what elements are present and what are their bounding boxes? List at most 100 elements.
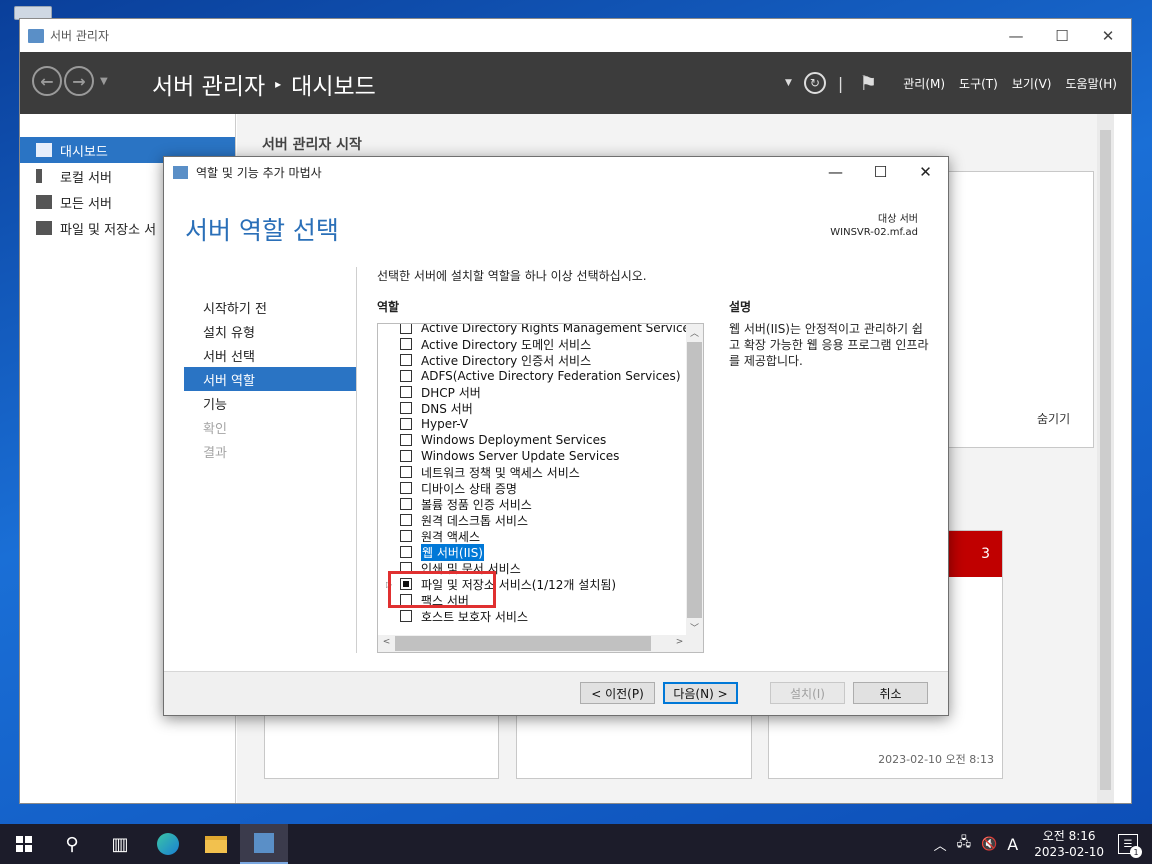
wizard-app-icon bbox=[173, 165, 188, 179]
breadcrumb-separator: ▸ bbox=[275, 77, 282, 91]
role-item[interactable]: 웹 서버(IIS) bbox=[378, 543, 484, 561]
role-checkbox[interactable] bbox=[400, 324, 412, 334]
destination-label: 대상 서버 bbox=[878, 214, 918, 225]
step-installation-type[interactable]: 설치 유형 bbox=[184, 319, 356, 343]
chevron-up-icon[interactable]: ︿ bbox=[934, 835, 947, 854]
role-item[interactable]: 호스트 보호자 서비스 bbox=[378, 608, 528, 624]
servers-icon bbox=[36, 195, 52, 209]
role-checkbox[interactable] bbox=[400, 498, 412, 510]
scroll-left-icon[interactable]: < bbox=[378, 637, 395, 647]
volume-muted-icon[interactable]: 🔇 bbox=[981, 837, 997, 852]
breadcrumb-root[interactable]: 서버 관리자 bbox=[152, 67, 265, 101]
file-explorer-icon[interactable] bbox=[192, 824, 240, 864]
wizard-title: 역할 및 기능 추가 마법사 bbox=[196, 165, 322, 180]
previous-button[interactable]: < 이전(P) bbox=[580, 682, 655, 704]
role-checkbox[interactable] bbox=[400, 466, 412, 478]
menu-manage[interactable]: 관리(M) bbox=[903, 75, 945, 92]
menu-help[interactable]: 도움말(H) bbox=[1065, 75, 1117, 92]
add-roles-wizard-dialog: 역할 및 기능 추가 마법사 — ☐ ✕ 서버 역할 선택 대상 서버 WINS… bbox=[163, 156, 949, 716]
tile-timestamp: 2023-02-10 오전 8:13 bbox=[878, 753, 994, 766]
role-checkbox[interactable] bbox=[400, 354, 412, 366]
menu-tools[interactable]: 도구(T) bbox=[959, 75, 998, 92]
role-item[interactable]: ADFS(Active Directory Federation Service… bbox=[378, 368, 681, 384]
cancel-button[interactable]: 취소 bbox=[853, 682, 928, 704]
role-checkbox[interactable] bbox=[400, 418, 412, 430]
task-view-icon[interactable]: ▥ bbox=[96, 824, 144, 864]
install-button: 설치(I) bbox=[770, 682, 845, 704]
role-label: 호스트 보호자 서비스 bbox=[421, 609, 528, 624]
minimize-icon[interactable]: — bbox=[993, 19, 1039, 52]
role-item[interactable]: Windows Deployment Services bbox=[378, 432, 606, 448]
wizard-close-icon[interactable]: ✕ bbox=[903, 157, 948, 187]
step-before-you-begin[interactable]: 시작하기 전 bbox=[184, 295, 356, 319]
notification-center-icon[interactable]: ☰ 1 bbox=[1118, 834, 1142, 858]
wizard-titlebar[interactable]: 역할 및 기능 추가 마법사 — ☐ ✕ bbox=[164, 157, 948, 187]
step-server-roles[interactable]: 서버 역할 bbox=[184, 367, 356, 391]
scrollbar-thumb[interactable] bbox=[1100, 130, 1111, 790]
role-item[interactable]: 볼륨 정품 인증 서비스 bbox=[378, 496, 532, 512]
role-item[interactable]: Active Directory 인증서 서비스 bbox=[378, 352, 591, 368]
roles-scroll-thumb[interactable] bbox=[687, 342, 702, 618]
role-item[interactable]: 네트워크 정책 및 액세스 서비스 bbox=[378, 464, 580, 480]
role-item[interactable]: Active Directory Rights Management Servi… bbox=[378, 324, 696, 336]
notification-flag-icon[interactable]: ⚑ bbox=[859, 71, 877, 95]
wizard-minimize-icon[interactable]: — bbox=[813, 157, 858, 187]
role-checkbox[interactable] bbox=[400, 402, 412, 414]
next-button[interactable]: 다음(N) > bbox=[663, 682, 738, 704]
step-server-selection[interactable]: 서버 선택 bbox=[184, 343, 356, 367]
menu-view[interactable]: 보기(V) bbox=[1012, 75, 1052, 92]
history-dropdown-icon[interactable]: ▼ bbox=[100, 76, 108, 87]
roles-horizontal-scrollbar[interactable]: < > bbox=[378, 635, 688, 652]
maximize-icon[interactable]: ☐ bbox=[1039, 19, 1085, 52]
roles-vertical-scrollbar[interactable]: ︿ ﹀ bbox=[686, 324, 703, 636]
wizard-main: 서버 역할 선택 대상 서버 WINSVR-02.mf.ad 시작하기 전 설치… bbox=[164, 187, 948, 673]
role-item[interactable]: Active Directory 도메인 서비스 bbox=[378, 336, 591, 352]
server-manager-titlebar[interactable]: 서버 관리자 — ☐ ✕ bbox=[20, 19, 1131, 52]
role-checkbox[interactable] bbox=[400, 482, 412, 494]
role-label: ADFS(Active Directory Federation Service… bbox=[421, 369, 681, 383]
role-label: DHCP 서버 bbox=[421, 385, 481, 400]
roles-label: 역할 bbox=[377, 300, 400, 314]
server-manager-taskbar-icon[interactable] bbox=[240, 824, 288, 864]
edge-browser-icon[interactable] bbox=[144, 824, 192, 864]
role-checkbox[interactable] bbox=[400, 370, 412, 382]
hide-link[interactable]: 숨기기 bbox=[1037, 410, 1070, 427]
step-features[interactable]: 기능 bbox=[184, 391, 356, 415]
role-item[interactable]: Hyper-V bbox=[378, 416, 468, 432]
role-label: 네트워크 정책 및 액세스 서비스 bbox=[421, 465, 580, 480]
network-icon[interactable]: 🖧 bbox=[957, 833, 972, 855]
role-item[interactable]: 디바이스 상태 증명 bbox=[378, 480, 517, 496]
refresh-icon[interactable]: ↻ bbox=[803, 72, 826, 94]
roles-hscroll-thumb[interactable] bbox=[395, 636, 651, 651]
forward-icon[interactable]: → bbox=[64, 66, 94, 96]
start-button[interactable] bbox=[0, 824, 48, 864]
sidebar-item-label: 파일 및 저장소 서 bbox=[60, 222, 157, 238]
wizard-maximize-icon[interactable]: ☐ bbox=[858, 157, 903, 187]
role-item[interactable]: Windows Server Update Services bbox=[378, 448, 619, 464]
close-icon[interactable]: ✕ bbox=[1085, 19, 1131, 52]
role-checkbox[interactable] bbox=[400, 450, 412, 462]
dashboard-icon bbox=[36, 143, 52, 157]
ime-indicator[interactable]: A bbox=[1007, 835, 1018, 854]
content-scrollbar[interactable] bbox=[1097, 114, 1114, 803]
role-checkbox[interactable] bbox=[400, 546, 412, 558]
scroll-down-icon[interactable]: ﹀ bbox=[686, 621, 703, 634]
clock[interactable]: 오전 8:16 2023-02-10 bbox=[1034, 828, 1104, 860]
role-checkbox[interactable] bbox=[400, 434, 412, 446]
role-item[interactable]: DNS 서버 bbox=[378, 400, 473, 416]
role-checkbox[interactable] bbox=[400, 514, 412, 526]
scroll-up-icon[interactable]: ︿ bbox=[686, 326, 703, 339]
dropdown-icon[interactable]: ▼ bbox=[785, 78, 792, 88]
role-checkbox[interactable] bbox=[400, 530, 412, 542]
back-icon[interactable]: ← bbox=[32, 66, 62, 96]
role-item[interactable]: 원격 액세스 bbox=[378, 528, 480, 544]
role-checkbox[interactable] bbox=[400, 338, 412, 350]
breadcrumb-current: 대시보드 bbox=[291, 74, 376, 100]
role-label: Active Directory 도메인 서비스 bbox=[421, 337, 592, 352]
role-label: 원격 데스크톱 서비스 bbox=[421, 513, 528, 528]
search-icon[interactable]: ⚲ bbox=[48, 824, 96, 864]
role-item[interactable]: DHCP 서버 bbox=[378, 384, 481, 400]
role-checkbox[interactable] bbox=[400, 386, 412, 398]
role-item[interactable]: 원격 데스크톱 서비스 bbox=[378, 512, 528, 528]
role-checkbox[interactable] bbox=[400, 610, 412, 622]
